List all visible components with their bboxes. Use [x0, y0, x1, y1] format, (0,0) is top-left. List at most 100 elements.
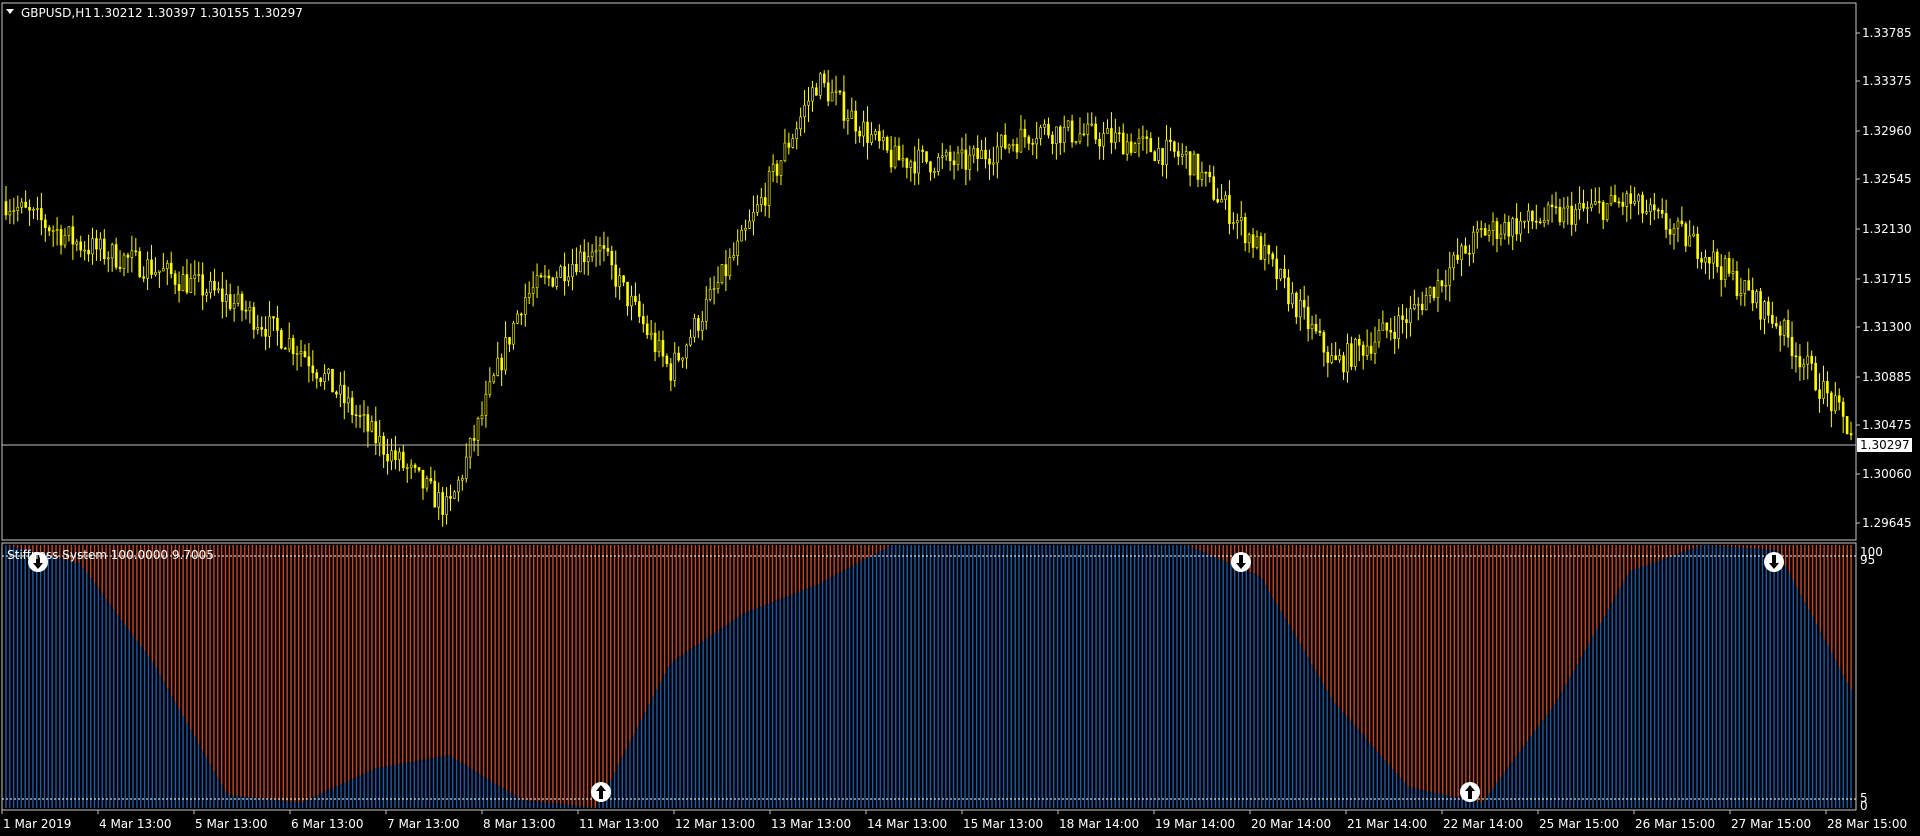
candle-body	[1015, 144, 1019, 153]
candle-body	[858, 130, 861, 137]
candle-body	[870, 134, 873, 143]
candle-body	[1074, 141, 1078, 143]
candle-body	[901, 158, 905, 161]
candle-body	[866, 121, 869, 143]
candle-body	[586, 256, 590, 262]
candle-body	[897, 145, 901, 161]
candle-body	[1259, 236, 1263, 260]
candle-body	[1141, 136, 1145, 139]
candle-body	[1283, 268, 1286, 279]
candle-body	[1712, 251, 1715, 264]
candle-body	[1310, 324, 1314, 330]
trading-chart[interactable]: 1.33785 1.33375 1.32960 1.32545 1.32130 1.317…	[0, 0, 1920, 836]
candle-body	[795, 128, 799, 139]
candle-body	[1118, 132, 1121, 135]
candle-body	[1527, 210, 1530, 222]
candle-body	[295, 353, 299, 355]
candle-body	[1251, 234, 1255, 248]
candle-body	[1826, 381, 1829, 394]
time-tick-label: 13 Mar 13:00	[771, 817, 851, 831]
candle-body	[846, 118, 850, 121]
candle-body	[1633, 200, 1636, 204]
candle-body	[543, 275, 547, 278]
candle-body	[626, 281, 629, 307]
candle-body	[1035, 138, 1038, 145]
candle-body	[1291, 292, 1294, 305]
candle-body	[335, 391, 338, 395]
time-axis: 1 Mar 2019 4 Mar 13:00 5 Mar 13:00 6 Mar 13…	[1, 810, 1907, 831]
candle-body	[1570, 205, 1574, 225]
price-tick-label: 1.33375	[1862, 74, 1912, 88]
candle-body	[783, 142, 787, 162]
candle-body	[445, 496, 448, 515]
candle-body	[673, 352, 677, 381]
candle-body	[1157, 148, 1160, 161]
candle-body	[32, 208, 35, 211]
candle-body	[51, 230, 55, 232]
candle-body	[362, 414, 366, 416]
candle-body	[704, 299, 708, 322]
candle-body	[346, 397, 350, 404]
candle-body	[1102, 133, 1105, 147]
candle-body	[822, 73, 826, 84]
candle-body	[1393, 331, 1396, 339]
candle-body	[1318, 330, 1322, 333]
candle-body	[1664, 213, 1668, 230]
candle-body	[594, 250, 598, 253]
candle-body	[126, 254, 130, 258]
candle-body	[1845, 416, 1849, 434]
candle-body	[1519, 220, 1522, 235]
candle-body	[752, 211, 755, 222]
candle-body	[634, 295, 637, 302]
candle-body	[1452, 254, 1455, 269]
candle-body	[1334, 355, 1337, 361]
candle-body	[71, 226, 75, 245]
candle-body	[1326, 351, 1330, 363]
candle-body	[1401, 315, 1404, 320]
candle-body	[992, 162, 995, 165]
candle-body	[1833, 395, 1837, 412]
candle-body	[618, 275, 621, 287]
candle-body	[1472, 231, 1475, 254]
candle-body	[1220, 199, 1223, 203]
candle-body	[685, 344, 688, 359]
candle-body	[720, 264, 724, 284]
candle-body	[323, 373, 326, 382]
candle-body	[1546, 204, 1550, 221]
candle-body	[154, 272, 157, 275]
candle-body	[492, 375, 496, 383]
candle-body	[500, 357, 503, 371]
time-tick-label: 27 Mar 15:00	[1731, 817, 1811, 831]
time-tick-label: 19 Mar 14:00	[1155, 817, 1235, 831]
candle-body	[527, 293, 531, 298]
candle-body	[307, 356, 311, 367]
candle-body	[354, 414, 358, 416]
candle-body	[878, 131, 881, 142]
candle-body	[162, 268, 165, 272]
candle-body	[252, 306, 256, 330]
time-tick-label: 8 Mar 13:00	[483, 817, 556, 831]
price-tick-label: 1.30475	[1862, 418, 1912, 432]
candle-body	[598, 245, 602, 252]
candle-body	[358, 415, 362, 417]
candle-body	[693, 318, 696, 338]
candle-body	[940, 155, 944, 158]
candle-body	[264, 328, 267, 337]
candle-body	[771, 163, 775, 172]
candle-body	[95, 238, 98, 250]
candle-body	[1629, 193, 1633, 204]
candle-body	[1424, 295, 1428, 311]
candle-body	[1464, 245, 1467, 254]
candle-body	[221, 288, 224, 302]
candle-body	[1169, 139, 1172, 143]
price-panel[interactable]	[1, 2, 1857, 541]
candle-body	[36, 208, 39, 210]
candle-body	[283, 347, 287, 350]
candle-body	[1019, 128, 1023, 153]
time-tick-label: 26 Mar 15:00	[1635, 817, 1715, 831]
candle-body	[1751, 290, 1754, 304]
candle-body	[1782, 319, 1786, 336]
candle-body	[1645, 211, 1648, 214]
level-95-label: 95	[1860, 553, 1875, 567]
candle-body	[984, 149, 987, 160]
